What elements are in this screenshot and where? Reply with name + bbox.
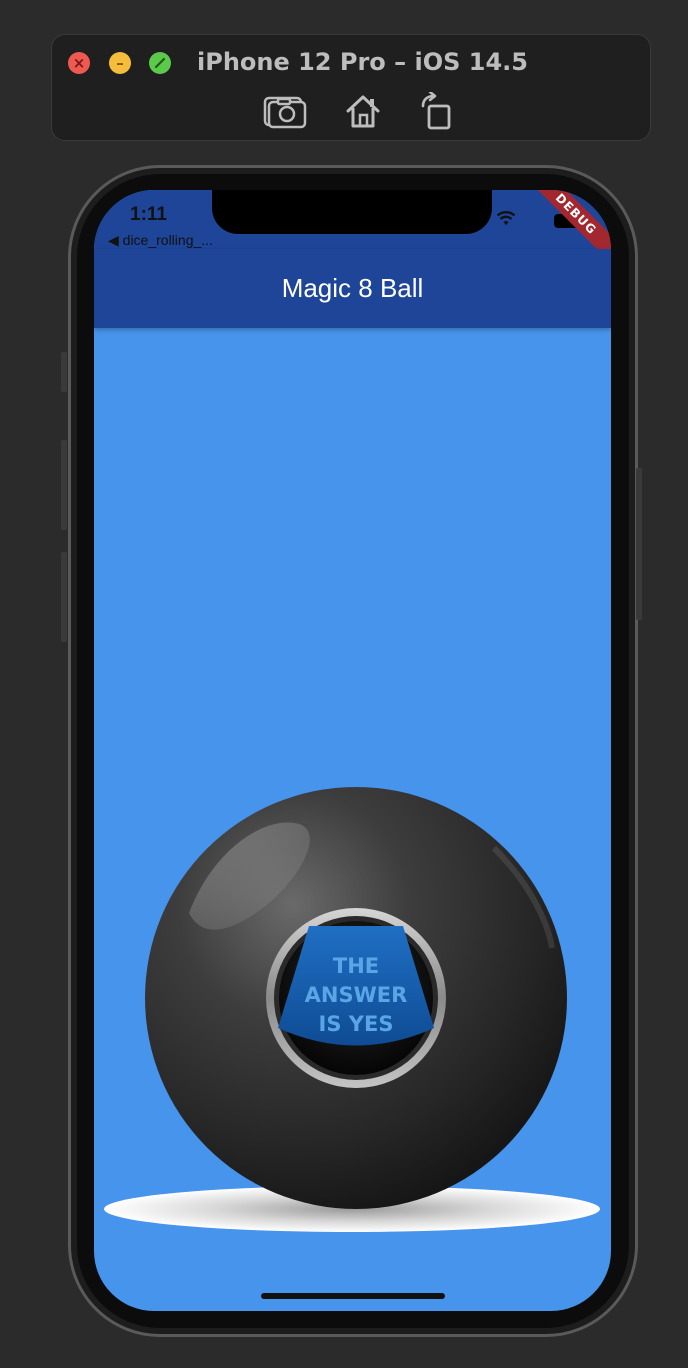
rotate-button[interactable] xyxy=(414,91,460,131)
mute-switch xyxy=(61,352,67,392)
screenshot-button[interactable] xyxy=(262,91,308,131)
volume-up-button xyxy=(61,440,67,530)
close-icon: × xyxy=(72,53,86,72)
notch xyxy=(212,190,492,234)
rotate-icon xyxy=(421,92,451,130)
magic-8-ball-image: THE ANSWER IS YES xyxy=(104,787,600,1232)
power-button xyxy=(636,468,642,620)
status-time: 1:11 xyxy=(130,204,167,225)
simulator-window: × – iPhone 12 Pro – iOS 14.5 1:11 ◀ dice… xyxy=(0,0,688,1368)
home-icon xyxy=(346,95,380,128)
close-window-button[interactable]: × xyxy=(68,52,90,74)
home-button[interactable] xyxy=(340,91,386,131)
camera-icon xyxy=(263,96,307,129)
answer-line-1: THE xyxy=(333,954,379,978)
answer-line-3: IS YES xyxy=(319,1012,394,1036)
simulator-title: iPhone 12 Pro – iOS 14.5 xyxy=(197,48,528,76)
wifi-icon xyxy=(496,211,516,225)
device-screen: 1:11 ◀ dice_rolling_... DEBUG Magic 8 Ba… xyxy=(94,190,611,1311)
minimize-icon: – xyxy=(116,53,124,72)
answer-line-2: ANSWER xyxy=(305,983,408,1007)
zoom-window-button[interactable] xyxy=(149,52,171,74)
volume-down-button xyxy=(61,552,67,642)
app-bar-title: Magic 8 Ball xyxy=(281,273,424,303)
zoom-icon xyxy=(154,57,166,69)
ball-button[interactable]: THE ANSWER IS YES xyxy=(94,328,611,1311)
simulator-toolbar: × – iPhone 12 Pro – iOS 14.5 xyxy=(51,34,651,141)
app-bar: Magic 8 Ball xyxy=(94,249,611,328)
back-to-app-link[interactable]: ◀ dice_rolling_... xyxy=(108,232,213,249)
home-indicator[interactable] xyxy=(261,1293,445,1299)
minimize-window-button[interactable]: – xyxy=(109,52,131,74)
